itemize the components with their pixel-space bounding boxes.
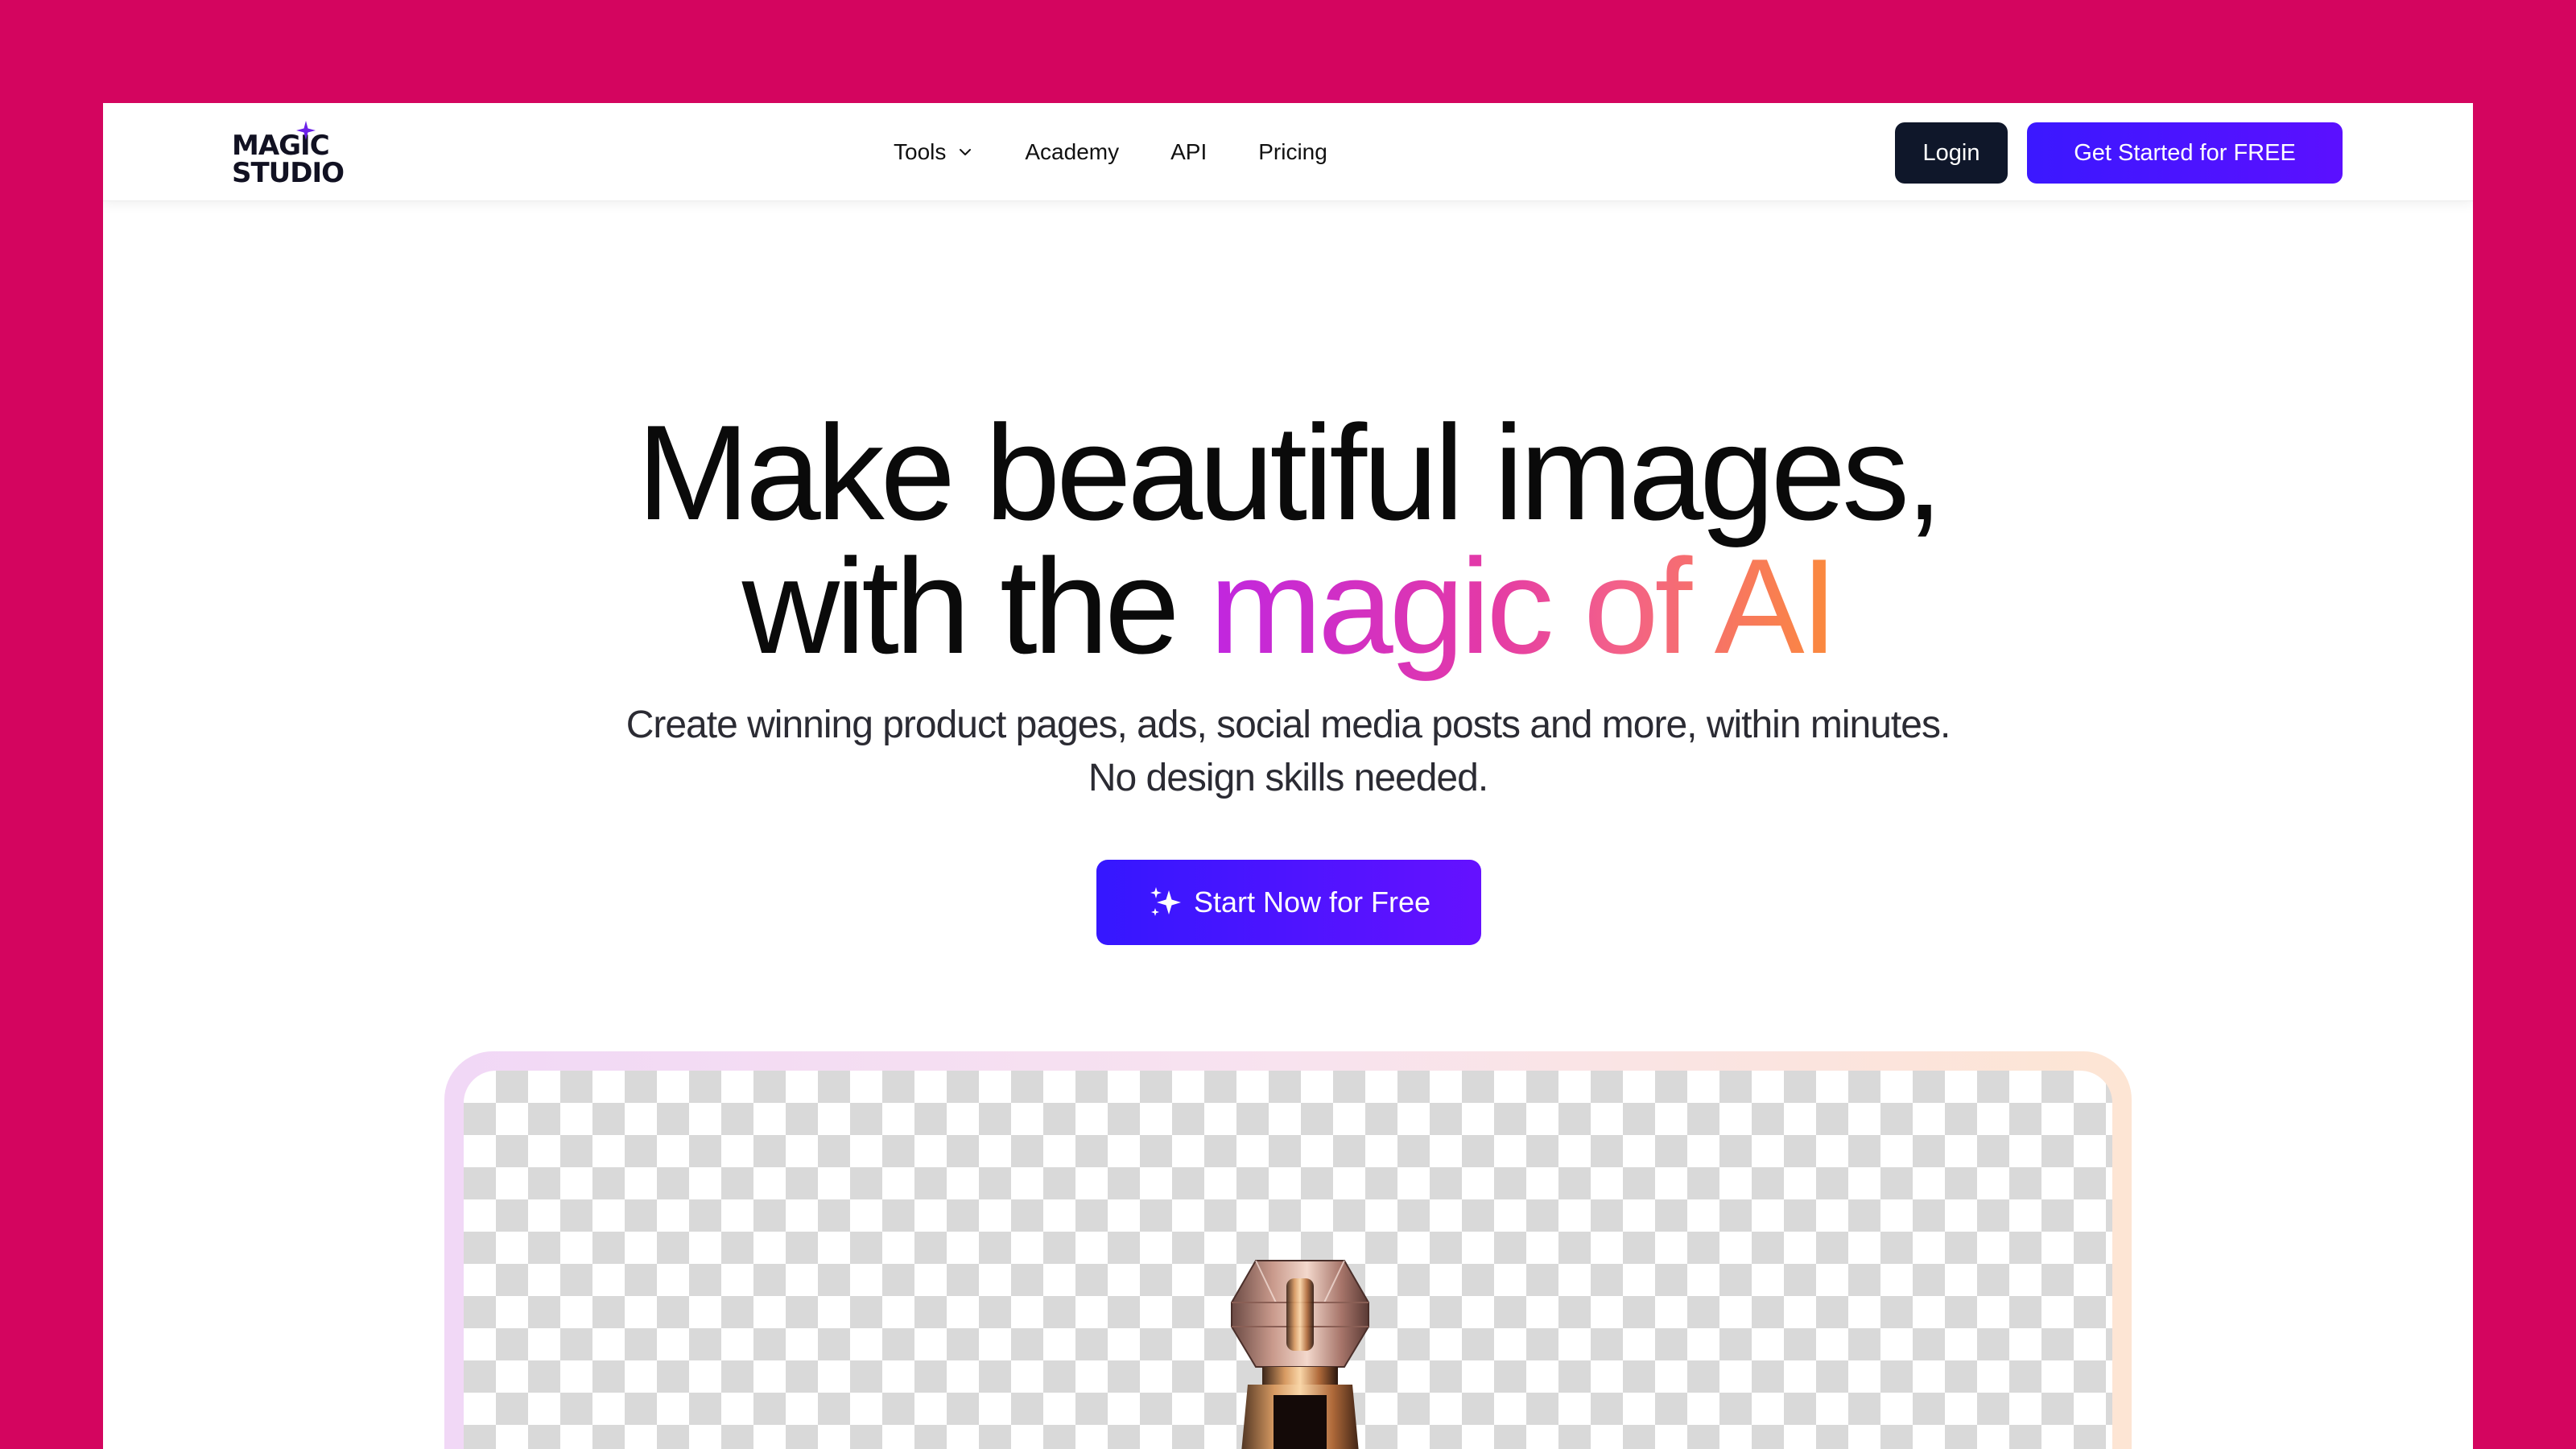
page-frame: MAGIC STUDIO Tools Academy API Pricing L… bbox=[103, 103, 2473, 1449]
start-now-label: Start Now for Free bbox=[1193, 886, 1431, 919]
hero-title-line1: Make beautiful images, bbox=[637, 397, 1943, 548]
perfume-bottle-image bbox=[1231, 1260, 1369, 1449]
nav-pricing[interactable]: Pricing bbox=[1258, 139, 1327, 165]
hero-subtitle-line2: No design skills needed. bbox=[1088, 757, 1488, 799]
top-navbar: MAGIC STUDIO Tools Academy API Pricing L… bbox=[103, 103, 2473, 201]
start-now-button[interactable]: Start Now for Free bbox=[1096, 860, 1481, 945]
main-nav: Tools Academy API Pricing bbox=[894, 132, 1327, 172]
magic-studio-logo[interactable]: MAGIC STUDIO bbox=[232, 121, 345, 189]
hero-subtitle: Create winning product pages, ads, socia… bbox=[103, 699, 2473, 805]
product-preview-frame bbox=[444, 1051, 2132, 1449]
logo-star-icon bbox=[296, 121, 316, 140]
chevron-down-icon bbox=[960, 149, 972, 155]
login-button[interactable]: Login bbox=[1895, 122, 2008, 184]
get-started-button[interactable]: Get Started for FREE bbox=[2027, 122, 2343, 184]
hero-title-plain: with the bbox=[741, 530, 1210, 682]
hero-title-gradient: magic of AI bbox=[1209, 530, 1838, 682]
hero-subtitle-line1: Create winning product pages, ads, socia… bbox=[625, 704, 1951, 746]
nav-academy[interactable]: Academy bbox=[1025, 139, 1119, 165]
logo-text-studio: STUDIO bbox=[232, 157, 345, 189]
nav-tools-dropdown[interactable]: Tools bbox=[894, 139, 973, 165]
nav-api[interactable]: API bbox=[1170, 139, 1207, 165]
transparent-checkerboard-canvas bbox=[464, 1071, 2112, 1449]
hero-title-line2: with the magic of AI bbox=[103, 539, 2473, 674]
sparkle-icon bbox=[1150, 887, 1181, 916]
nav-tools-label: Tools bbox=[894, 139, 947, 164]
logo-text-magic: MAGIC bbox=[232, 130, 330, 162]
hero-title: Make beautiful images, with the magic of… bbox=[103, 397, 2473, 674]
